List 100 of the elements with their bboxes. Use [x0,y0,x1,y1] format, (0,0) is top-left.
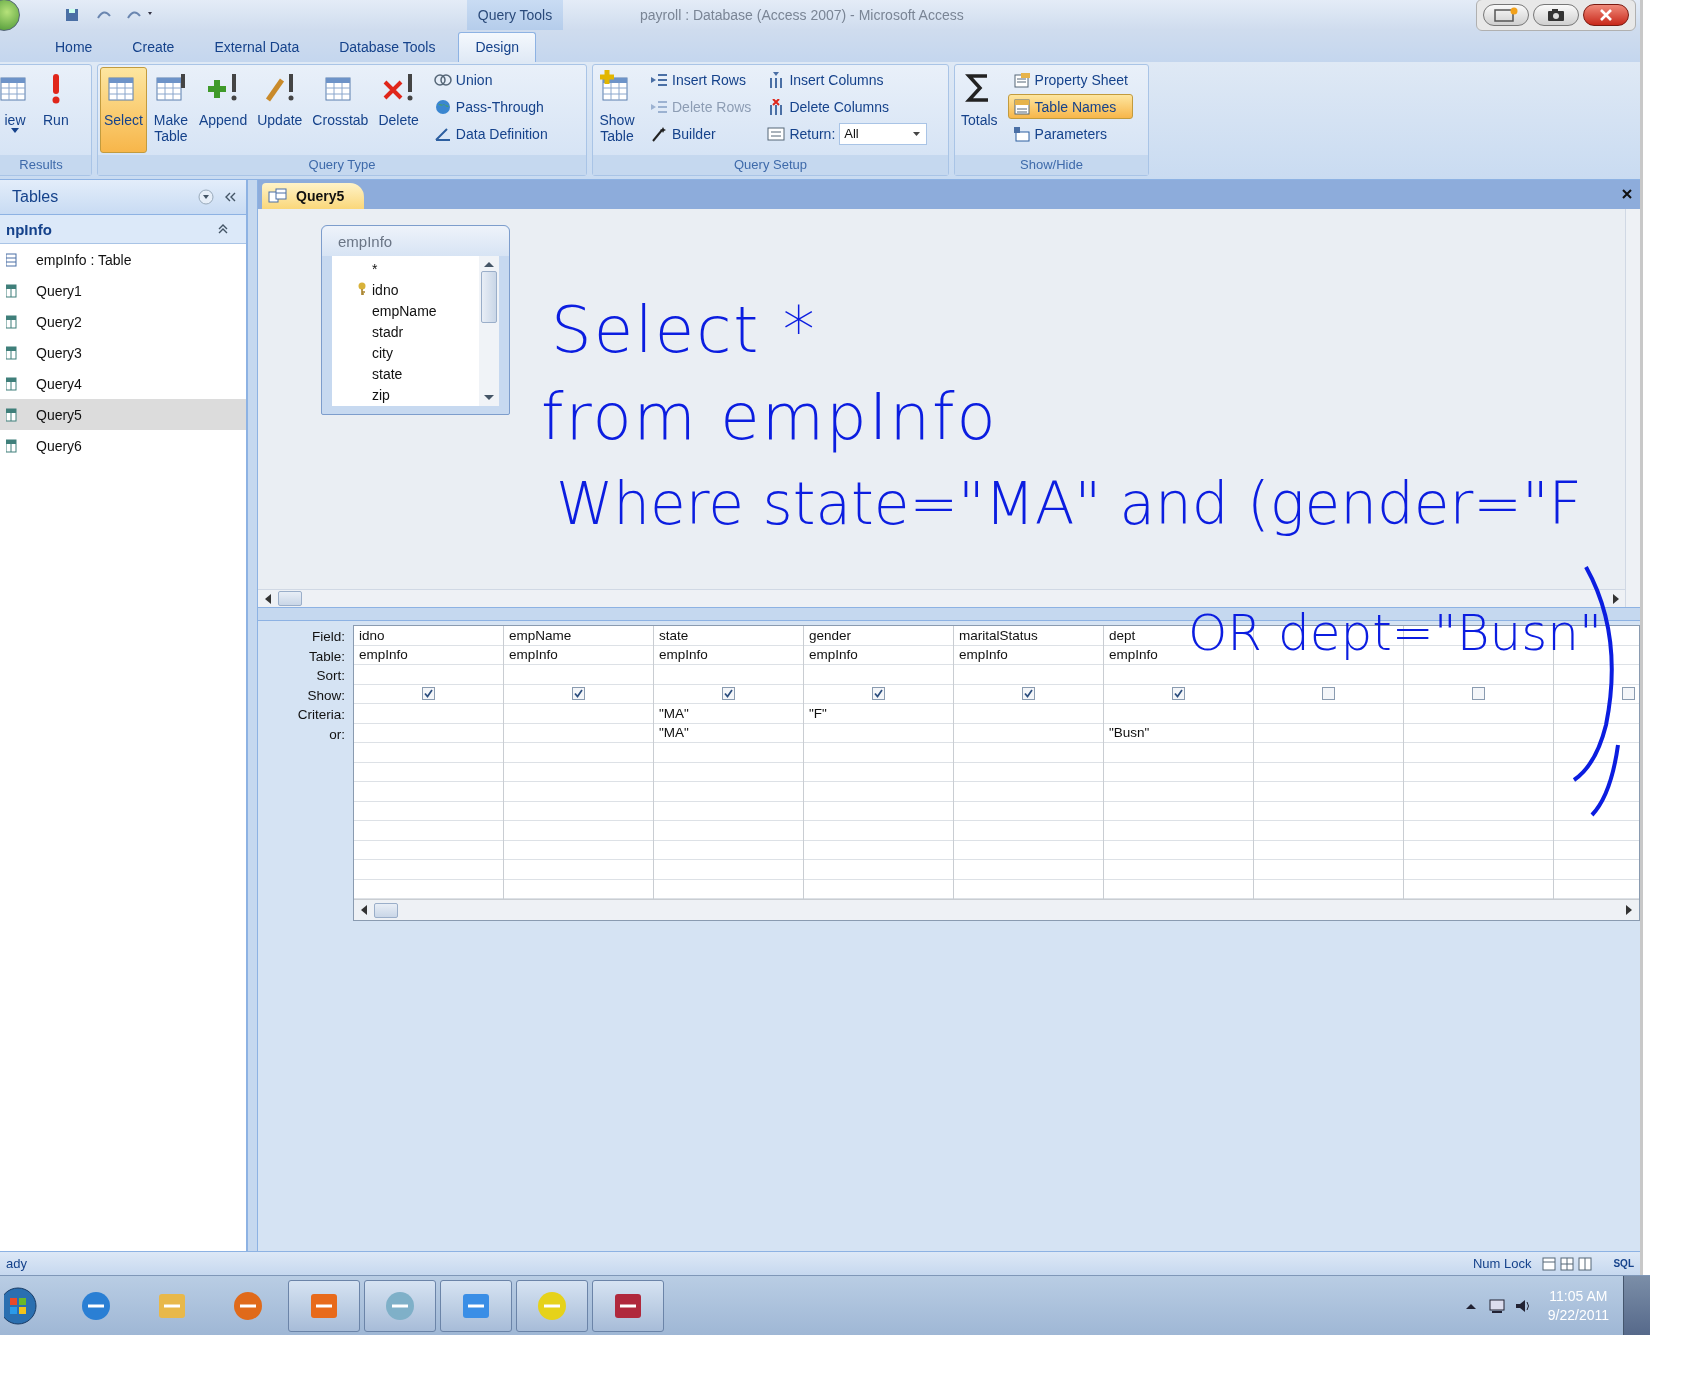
ribbon-button[interactable]: Parameters [1007,121,1133,146]
field-name[interactable]: state [354,365,403,382]
scroll-down-icon[interactable] [483,394,495,402]
taskbar-app-button[interactable] [288,1279,360,1332]
scroll-left-icon[interactable] [264,593,272,604]
navigation-item[interactable]: Query4 [0,368,246,399]
field-cell[interactable]: dept [1109,627,1136,643]
query-icon [6,437,20,454]
taskbar-app-button[interactable] [364,1279,436,1332]
ribbon-tab[interactable]: Create [115,32,192,62]
field-cell[interactable]: idno [359,627,385,643]
taskbar-app-button[interactable] [440,1279,512,1332]
ribbon-button[interactable]: Property Sheet [1007,67,1133,92]
field-cell[interactable]: state [659,627,689,643]
ribbon-button[interactable]: Delete Columns [762,94,928,119]
ribbon-button[interactable]: Pass-Through [428,94,553,119]
document-tab[interactable]: Query5 [262,183,365,209]
ribbon-button[interactable]: Insert Rows [645,67,757,92]
scroll-thumb[interactable] [481,271,497,323]
close-button[interactable] [1583,4,1629,26]
field-cell[interactable]: gender [809,627,852,643]
table-cell[interactable]: empInfo [1109,647,1158,663]
scroll-right-icon[interactable] [1612,593,1620,604]
scrollbar[interactable] [479,256,499,406]
close-icon[interactable] [1620,187,1634,201]
ribbon-tab[interactable]: Database Tools [322,32,453,62]
field-name[interactable]: idno [354,281,399,298]
num-lock-indicator: Num Lock [1472,1256,1532,1271]
or-criteria-cell[interactable]: "Busn" [1109,725,1150,741]
field-name[interactable]: empName [354,302,437,319]
table-cell[interactable]: empInfo [509,647,558,663]
vertical-scrollbar[interactable] [1625,209,1640,607]
new-snip-button[interactable] [1483,4,1529,26]
or-criteria-cell[interactable]: "MA" [659,725,689,741]
ribbon-button[interactable]: Delete [374,67,423,153]
navigation-item[interactable]: Query5 [0,399,246,430]
navigation-item[interactable]: Query6 [0,430,246,461]
scroll-thumb[interactable] [374,902,398,918]
ribbon-button[interactable]: Builder [645,121,757,146]
field-name[interactable]: city [354,344,393,361]
criteria-cell[interactable]: "F" [809,705,827,721]
ribbon-button[interactable]: Insert Columns [762,67,928,92]
ribbon-button[interactable]: Totals [957,67,1002,153]
table-cell[interactable]: empInfo [959,647,1008,663]
show-checkbox[interactable] [572,687,585,701]
ribbon-button[interactable]: Union [428,67,553,92]
taskbar-app-button[interactable] [592,1279,664,1332]
group-label: Query Setup [593,155,948,175]
group-header[interactable]: npInfo [0,215,246,244]
show-checkbox[interactable] [1322,687,1335,701]
scroll-up-icon[interactable] [483,260,495,268]
ribbon-button[interactable]: Append [194,67,252,153]
ribbon-tab[interactable]: Design [458,32,537,62]
dropdown-icon[interactable] [198,189,214,205]
show-checkbox[interactable] [1172,687,1185,701]
ribbon-button[interactable]: Make Table [148,67,193,153]
show-checkbox[interactable] [1622,687,1635,701]
field-name[interactable]: * [354,260,378,277]
table-cell[interactable]: empInfo [809,647,858,663]
return-dropdown[interactable]: All [839,122,928,145]
navigation-item[interactable]: Query2 [0,306,246,337]
ribbon-button[interactable]: Update [253,67,307,153]
ribbon-tab[interactable]: Home [38,32,110,62]
query-icon [6,313,20,330]
table-cell[interactable]: empInfo [659,647,708,663]
collapse-icon[interactable] [216,222,230,236]
ribbon-button[interactable]: Table Names [1007,94,1133,119]
show-checkbox[interactable] [422,687,435,701]
show-desktop-button[interactable] [1623,1276,1650,1335]
sql-view-button[interactable]: SQL [1613,1258,1634,1269]
scroll-right-icon[interactable] [1625,905,1633,915]
scroll-left-icon[interactable] [360,905,368,915]
field-cell[interactable]: empName [509,627,572,643]
ribbon-button[interactable]: Data Definition [428,121,553,146]
field-cell[interactable]: maritalStatus [959,627,1038,643]
criteria-cell[interactable]: "MA" [659,705,689,721]
field-name[interactable]: zip [354,386,390,403]
show-checkbox[interactable] [1472,687,1485,701]
scroll-thumb[interactable] [278,591,302,606]
field-name[interactable]: stadr [354,323,404,340]
taskbar-app-button[interactable] [516,1279,588,1332]
ribbon-button[interactable]: Run [39,67,73,153]
ribbon-button[interactable]: Show Table [595,67,639,153]
show-checkbox[interactable] [722,687,735,701]
ribbon-tab[interactable]: External Data [197,32,317,62]
ribbon-button[interactable]: Select [100,67,147,153]
navigation-item[interactable]: empInfo : Table [0,244,246,275]
table-cell[interactable]: empInfo [359,647,408,663]
horizontal-scrollbar[interactable] [354,899,1639,920]
row-label: Sort: [316,667,345,685]
horizontal-scrollbar[interactable] [258,589,1626,607]
show-checkbox[interactable] [872,687,885,701]
navigation-header[interactable]: Tables [0,180,246,215]
ribbon-button[interactable]: Crosstab [308,67,373,153]
camera-button[interactable] [1533,4,1579,26]
show-checkbox[interactable] [1022,687,1035,701]
row-label: Field: [312,628,345,646]
navigation-item[interactable]: Query3 [0,337,246,368]
ribbon-button[interactable]: iew [0,67,37,153]
navigation-item[interactable]: Query1 [0,275,246,306]
